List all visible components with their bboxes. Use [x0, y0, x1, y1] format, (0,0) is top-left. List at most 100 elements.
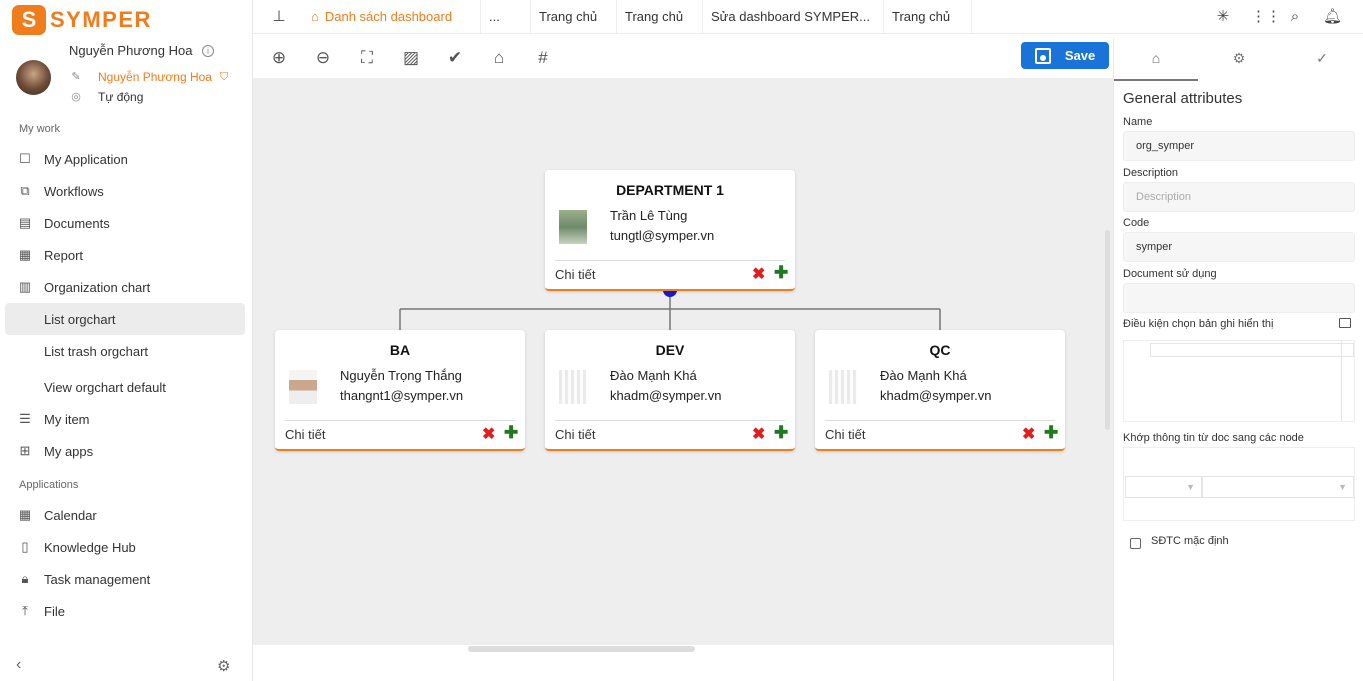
nav-organization-chart[interactable]: ▥ Organization chart: [5, 271, 245, 303]
horizontal-scrollbar[interactable]: [468, 646, 695, 652]
avatar[interactable]: [16, 60, 51, 95]
logo-word: SYMPER: [50, 7, 152, 32]
vertical-scrollbar[interactable]: [1105, 230, 1110, 430]
condition-header-cell: [1150, 343, 1354, 357]
name-label: Name: [1123, 116, 1153, 128]
node-divider: [285, 420, 515, 421]
orgchart-canvas[interactable]: DEPARTMENT 1 Trần Lê Tùng tungtl@symper.…: [253, 78, 1113, 645]
nav-documents[interactable]: ▤ Documents: [5, 207, 245, 239]
nav-list-orgchart[interactable]: List orgchart: [5, 303, 245, 335]
search-icon[interactable]: ⌕: [1286, 8, 1304, 26]
name-field[interactable]: org_symper: [1123, 131, 1355, 161]
tab-more[interactable]: ...: [481, 0, 531, 33]
calendar-icon: ▦: [18, 507, 32, 522]
tab-general-home-icon[interactable]: ⌂: [1146, 50, 1166, 70]
add-node-icon[interactable]: ✚: [1044, 423, 1058, 443]
bell-icon[interactable]: 🔔︎: [1323, 8, 1342, 26]
add-node-icon[interactable]: ✚: [504, 423, 518, 443]
code-field[interactable]: symper: [1123, 232, 1355, 262]
description-field[interactable]: Description: [1123, 182, 1355, 212]
pin-icon[interactable]: ⊥: [270, 8, 288, 26]
nav-report[interactable]: ▦ Report: [5, 239, 245, 271]
mapping-label: Khớp thông tin từ doc sang các node: [1123, 432, 1304, 444]
tab-label: Danh sách dashboard: [324, 9, 453, 24]
node-title: DEV: [655, 342, 685, 358]
node-detail-link[interactable]: Chi tiết: [285, 427, 325, 442]
knowledge-icon: ▯: [21, 539, 29, 554]
nav-my-item[interactable]: ☰ My item: [5, 403, 245, 435]
home-icon[interactable]: ⌂: [488, 47, 510, 69]
node-title: DEPARTMENT 1: [616, 182, 724, 198]
mapping-table[interactable]: ▼ ▼: [1123, 447, 1355, 521]
zoom-out-icon[interactable]: ⊖: [312, 47, 334, 69]
org-node-qc[interactable]: QC Đào Mạnh Khá khadm@symper.vn Chi tiết…: [815, 330, 1065, 451]
node-avatar: [289, 370, 317, 404]
symper-logo[interactable]: S SYMPER: [12, 5, 152, 35]
node-detail-link[interactable]: Chi tiết: [555, 267, 595, 282]
asterisk-icon[interactable]: ✳: [1214, 8, 1232, 26]
tab-danh-sach-dashboard[interactable]: ⌂ Danh sách dashboard: [303, 0, 481, 33]
check-icon[interactable]: ✔: [444, 47, 466, 69]
nav-label: My item: [44, 411, 90, 427]
node-avatar: [559, 210, 587, 244]
save-label: Save: [1064, 48, 1096, 63]
nav-my-application[interactable]: ☐ My Application: [5, 143, 245, 175]
nav-file[interactable]: ⤒ File: [5, 595, 245, 627]
delete-node-icon[interactable]: ✖: [1022, 424, 1035, 444]
grid-apps-icon[interactable]: ⋮⋮: [1251, 8, 1281, 26]
nav-label: View orgchart default: [44, 379, 166, 395]
mapping-select-doc[interactable]: ▼: [1125, 476, 1202, 498]
node-divider: [555, 420, 785, 421]
top-tab-bar: ⊥ ⌂ Danh sách dashboard ... Trang chủ Tra…: [253, 0, 1363, 34]
nav-view-orgchart-default[interactable]: View orgchart default: [5, 371, 245, 403]
tab-trang-chu-2[interactable]: Trang chủ: [617, 0, 703, 33]
fit-screen-icon[interactable]: ⛶: [356, 47, 378, 69]
image-icon[interactable]: ▨: [400, 47, 422, 69]
user-edit-icon: ✎: [71, 71, 81, 83]
node-manager-name: Đào Mạnh Khá: [880, 368, 967, 383]
add-node-icon[interactable]: ✚: [774, 423, 788, 443]
default-checkbox[interactable]: [1130, 538, 1141, 549]
tab-trang-chu-1[interactable]: Trang chủ: [531, 0, 617, 33]
expand-editor-icon[interactable]: [1339, 318, 1351, 328]
document-field[interactable]: [1123, 283, 1355, 313]
grid-hash-icon[interactable]: #: [532, 47, 554, 69]
delete-node-icon[interactable]: ✖: [752, 264, 765, 284]
nav-task-management[interactable]: 🔒︎ Task management: [5, 563, 245, 595]
add-node-icon[interactable]: ✚: [774, 263, 788, 283]
user-status-row[interactable]: ◎ Tự động: [70, 90, 143, 104]
nav-workflows[interactable]: ⧉ Workflows: [5, 175, 245, 207]
node-detail-link[interactable]: Chi tiết: [555, 427, 595, 442]
user-role-row[interactable]: ✎ Nguyễn Phương Hoa ⛉: [70, 70, 228, 84]
settings-icon[interactable]: ⚙: [217, 657, 230, 675]
org-node-ba[interactable]: BA Nguyễn Trọng Thắng thangnt1@symper.vn…: [275, 330, 525, 451]
nav-knowledge-hub[interactable]: ▯ Knowledge Hub: [5, 531, 245, 563]
info-icon[interactable]: i: [202, 45, 214, 57]
nav-my-apps[interactable]: ⊞ My apps: [5, 435, 245, 467]
delete-node-icon[interactable]: ✖: [482, 424, 495, 444]
mapping-select-node[interactable]: ▼: [1202, 476, 1354, 498]
tab-sua-dashboard[interactable]: Sửa dashboard SYMPER...: [703, 0, 884, 33]
collapse-sidebar-icon[interactable]: ‹: [16, 656, 21, 674]
nav-label: Workflows: [44, 183, 104, 199]
orgchart-toolbar: ⊕ ⊖ ⛶ ▨ ✔ ⌂ # Save: [253, 38, 1113, 78]
node-title: QC: [929, 342, 951, 358]
node-detail-link[interactable]: Chi tiết: [825, 427, 865, 442]
org-node-department-1[interactable]: DEPARTMENT 1 Trần Lê Tùng tungtl@symper.…: [545, 170, 795, 291]
tab-trang-chu-3[interactable]: Trang chủ: [884, 0, 972, 33]
condition-table[interactable]: [1123, 340, 1355, 422]
nav-label: Calendar: [44, 507, 97, 523]
zoom-in-icon[interactable]: ⊕: [268, 47, 290, 69]
tab-validate-check-icon[interactable]: ✓: [1312, 50, 1332, 70]
nav-list-trash-orgchart[interactable]: List trash orgchart: [5, 335, 245, 367]
nav-calendar[interactable]: ▦ Calendar: [5, 499, 245, 531]
org-node-dev[interactable]: DEV Đào Mạnh Khá khadm@symper.vn Chi tiế…: [545, 330, 795, 451]
account-circle-icon: ◎: [71, 91, 81, 103]
delete-node-icon[interactable]: ✖: [752, 424, 765, 444]
user-name: Nguyễn Phương Hoa: [69, 43, 193, 58]
report-icon: ▦: [18, 247, 32, 262]
tab-settings-gears-icon[interactable]: ⚙: [1229, 50, 1249, 70]
save-button[interactable]: Save: [1021, 42, 1109, 69]
list-icon: ☰: [19, 411, 31, 426]
nav-label: List trash orgchart: [44, 343, 149, 359]
